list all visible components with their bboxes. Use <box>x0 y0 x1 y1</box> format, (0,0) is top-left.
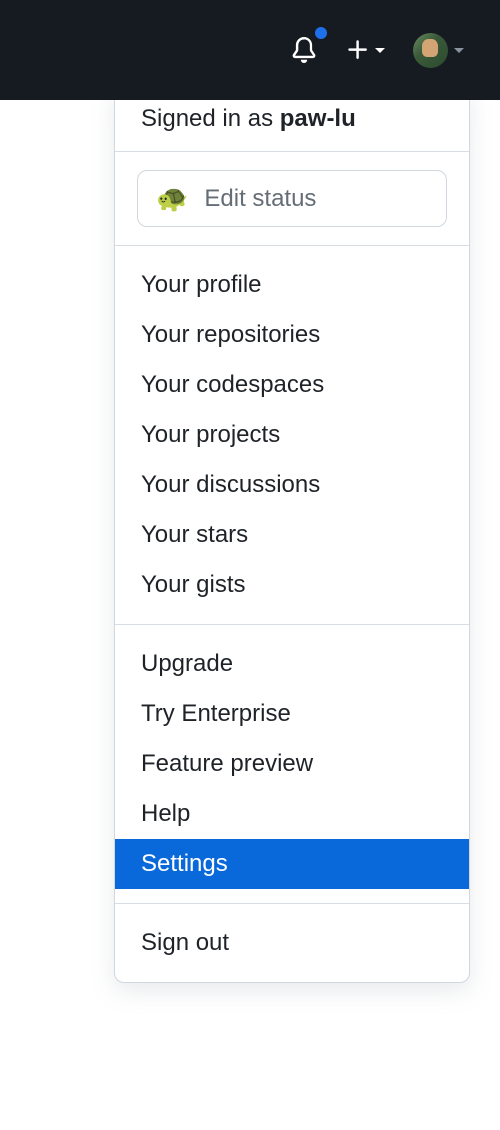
avatar <box>413 33 448 68</box>
turtle-emoji-icon: 🐢 <box>156 183 188 214</box>
bell-icon <box>291 37 317 63</box>
menu-item-sign-out[interactable]: Sign out <box>115 918 469 968</box>
top-header <box>0 0 500 100</box>
signed-in-prefix: Signed in as <box>141 105 280 132</box>
status-label: Edit status <box>204 185 316 213</box>
status-section: 🐢 Edit status <box>115 152 469 246</box>
menu-item-try-enterprise[interactable]: Try Enterprise <box>115 689 469 739</box>
menu-item-your-discussions[interactable]: Your discussions <box>115 460 469 510</box>
menu-item-your-profile[interactable]: Your profile <box>115 260 469 310</box>
menu-item-help[interactable]: Help <box>115 789 469 839</box>
menu-section-session: Sign out <box>115 904 469 982</box>
create-new-button[interactable] <box>339 31 391 69</box>
menu-item-your-stars[interactable]: Your stars <box>115 510 469 560</box>
notification-unread-dot <box>313 25 329 41</box>
username: paw-lu <box>280 105 356 132</box>
notifications-button[interactable] <box>285 31 323 69</box>
menu-item-your-projects[interactable]: Your projects <box>115 410 469 460</box>
menu-item-your-gists[interactable]: Your gists <box>115 560 469 610</box>
menu-item-your-repositories[interactable]: Your repositories <box>115 310 469 360</box>
menu-item-your-codespaces[interactable]: Your codespaces <box>115 360 469 410</box>
user-menu-button[interactable] <box>407 27 470 74</box>
plus-icon <box>345 37 371 63</box>
menu-section-your: Your profile Your repositories Your code… <box>115 246 469 625</box>
menu-item-feature-preview[interactable]: Feature preview <box>115 739 469 789</box>
menu-section-account: Upgrade Try Enterprise Feature preview H… <box>115 625 469 904</box>
menu-item-settings[interactable]: Settings <box>115 839 469 889</box>
menu-item-upgrade[interactable]: Upgrade <box>115 639 469 689</box>
edit-status-button[interactable]: 🐢 Edit status <box>137 170 447 227</box>
caret-down-icon <box>375 48 385 53</box>
user-dropdown: Signed in as paw-lu 🐢 Edit status Your p… <box>114 86 470 983</box>
caret-down-icon <box>454 48 464 53</box>
